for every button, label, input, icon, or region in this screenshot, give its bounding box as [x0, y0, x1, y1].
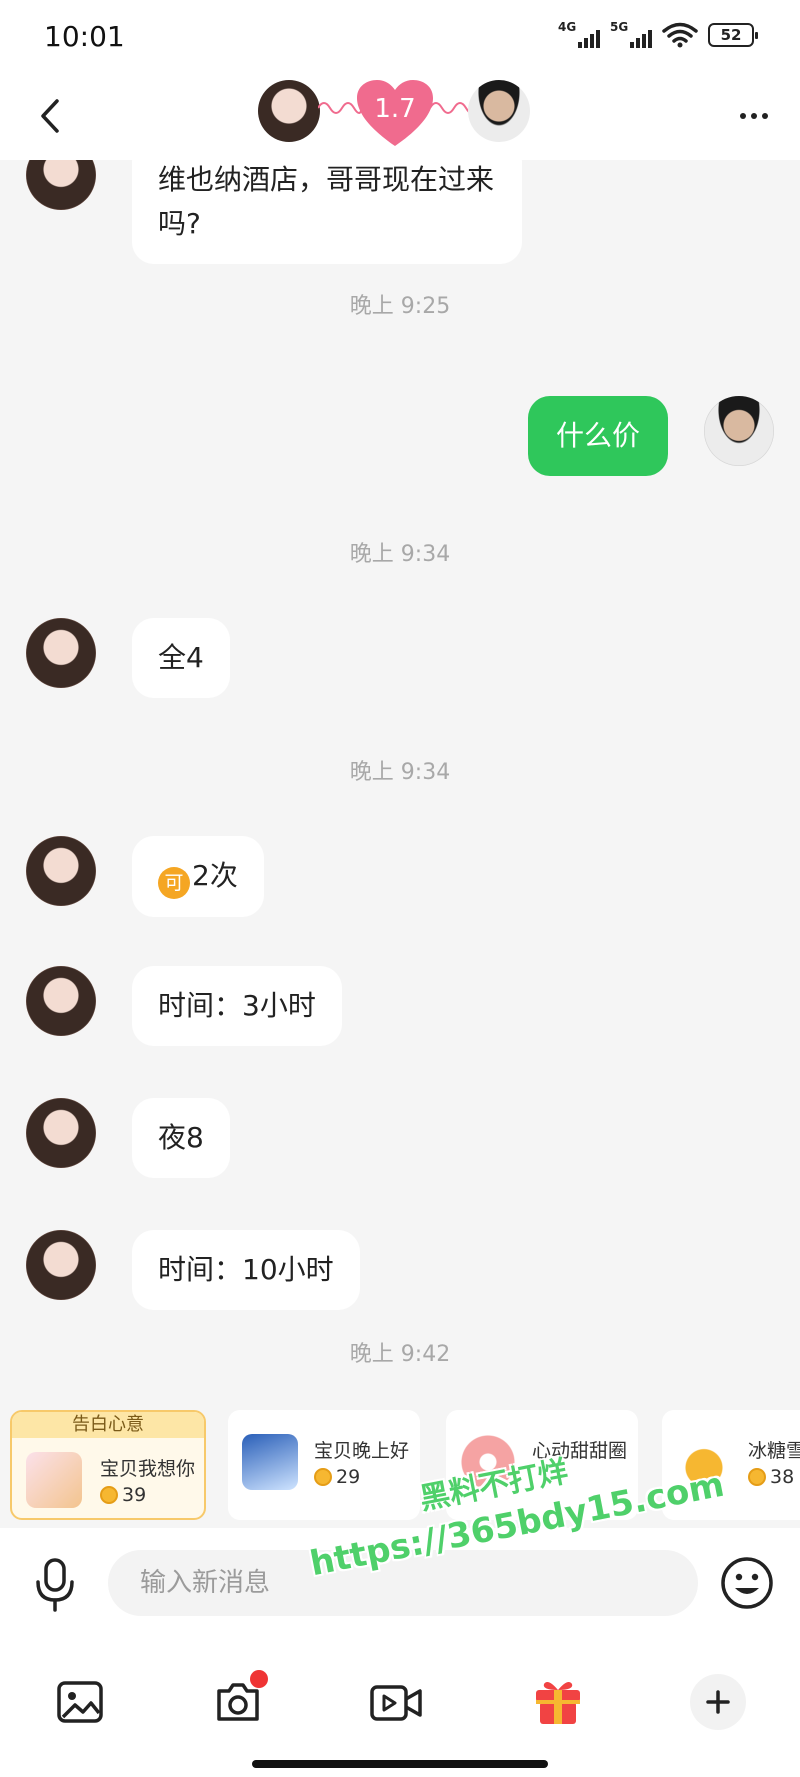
status-time: 10:01	[44, 20, 125, 53]
received-message: 可 2次	[26, 836, 264, 917]
gift-category-tag: 告白心意	[12, 1412, 204, 1438]
gift-image-icon	[26, 1452, 82, 1508]
coin-icon	[748, 1468, 766, 1486]
video-button[interactable]	[366, 1672, 426, 1732]
gift-name: 宝贝我想你	[100, 1458, 196, 1480]
gift-strip[interactable]: 告白心意 宝贝我想你 39 宝贝晚上好 29 心动甜甜圈 冰糖雪 38	[0, 1400, 800, 1520]
more-dot-icon	[751, 113, 757, 119]
message-bubble[interactable]: 什么价	[527, 396, 668, 476]
message-bubble[interactable]: 时间：3小时	[132, 966, 342, 1046]
battery-icon: 52	[708, 23, 758, 47]
gift-price: 29	[314, 1466, 360, 1488]
signal-4g-icon: 4G	[558, 20, 600, 48]
chat-area[interactable]: 维也纳酒店，哥哥现在过来吗? 晚上 9:25 什么价 晚上 9:34 全4 晚上…	[0, 160, 800, 1372]
chevron-left-icon	[41, 99, 59, 133]
intimacy-heart[interactable]: 1.7	[355, 78, 435, 150]
received-message: 全4	[26, 618, 230, 698]
gift-button[interactable]	[528, 1672, 588, 1732]
donut-icon	[460, 1434, 516, 1490]
ke-badge-icon: 可	[158, 867, 190, 899]
signal-5g-label: 5G	[610, 20, 629, 34]
my-message-avatar[interactable]	[704, 396, 774, 466]
message-input[interactable]	[108, 1550, 698, 1616]
more-actions-button[interactable]	[690, 1674, 746, 1730]
timestamp: 晚上 9:42	[349, 1342, 451, 1367]
signal-4g-label: 4G	[558, 20, 577, 34]
video-icon	[370, 1685, 422, 1721]
sent-message: 什么价	[527, 396, 774, 476]
message-bubble[interactable]: 时间：10小时	[132, 1230, 360, 1310]
coin-icon	[100, 1486, 118, 1504]
chat-header: 1.7	[0, 72, 800, 160]
gift-item[interactable]: 宝贝晚上好 29	[228, 1410, 420, 1520]
message-bubble[interactable]: 可 2次	[132, 836, 264, 917]
camera-button[interactable]	[208, 1670, 268, 1732]
partner-message-avatar[interactable]	[26, 966, 96, 1036]
more-dot-icon	[762, 113, 768, 119]
gift-name: 心动甜甜圈	[532, 1440, 628, 1462]
status-icons: 4G 5G 52	[558, 20, 758, 48]
image-icon	[57, 1681, 103, 1723]
gallery-button[interactable]	[50, 1672, 110, 1732]
gift-price: 38	[748, 1466, 794, 1488]
gift-box-icon	[536, 1682, 580, 1724]
message-bubble[interactable]: 夜8	[132, 1098, 230, 1178]
gift-item[interactable]: 告白心意 宝贝我想你 39	[10, 1410, 206, 1520]
battery-level: 52	[720, 26, 742, 44]
received-message: 维也纳酒店，哥哥现在过来吗?	[26, 160, 522, 264]
partner-message-avatar[interactable]	[26, 618, 96, 688]
signal-5g-icon: 5G	[610, 20, 652, 48]
received-message: 夜8	[26, 1098, 230, 1178]
partner-avatar[interactable]	[258, 80, 320, 142]
message-bubble[interactable]: 全4	[132, 618, 230, 698]
more-dot-icon	[740, 113, 746, 119]
bottom-toolbar	[0, 1648, 800, 1777]
emoji-icon[interactable]	[720, 1556, 774, 1610]
intimacy-value: 1.7	[374, 94, 416, 124]
partner-message-avatar[interactable]	[26, 836, 96, 906]
partner-message-avatar[interactable]	[26, 160, 96, 210]
gift-price: 39	[100, 1484, 146, 1506]
message-text: 2次	[192, 859, 238, 892]
microphone-icon[interactable]	[30, 1554, 80, 1614]
wifi-icon	[662, 22, 698, 48]
partner-message-avatar[interactable]	[26, 1098, 96, 1168]
message-bubble[interactable]: 维也纳酒店，哥哥现在过来吗?	[132, 160, 522, 264]
timestamp: 晚上 9:34	[349, 760, 451, 785]
timestamp: 晚上 9:34	[349, 542, 451, 567]
timestamp: 晚上 9:25	[349, 294, 451, 319]
home-indicator[interactable]	[252, 1760, 548, 1768]
partner-message-avatar[interactable]	[26, 1230, 96, 1300]
plus-icon	[706, 1690, 730, 1714]
gift-item[interactable]: 心动甜甜圈	[446, 1410, 638, 1520]
input-bar	[0, 1528, 800, 1648]
gift-item[interactable]: 冰糖雪 38	[662, 1410, 800, 1520]
back-button[interactable]	[28, 90, 72, 142]
my-avatar[interactable]	[468, 80, 530, 142]
notification-dot	[250, 1670, 268, 1688]
received-message: 时间：3小时	[26, 966, 342, 1046]
gift-name: 冰糖雪	[748, 1440, 800, 1462]
gift-image-icon	[242, 1434, 298, 1490]
status-bar: 10:01 4G 5G 52	[0, 0, 800, 72]
coin-icon	[314, 1468, 332, 1486]
more-options-button[interactable]	[726, 90, 782, 142]
honey-icon	[676, 1434, 732, 1490]
received-message: 时间：10小时	[26, 1230, 360, 1310]
gift-name: 宝贝晚上好	[314, 1440, 410, 1462]
